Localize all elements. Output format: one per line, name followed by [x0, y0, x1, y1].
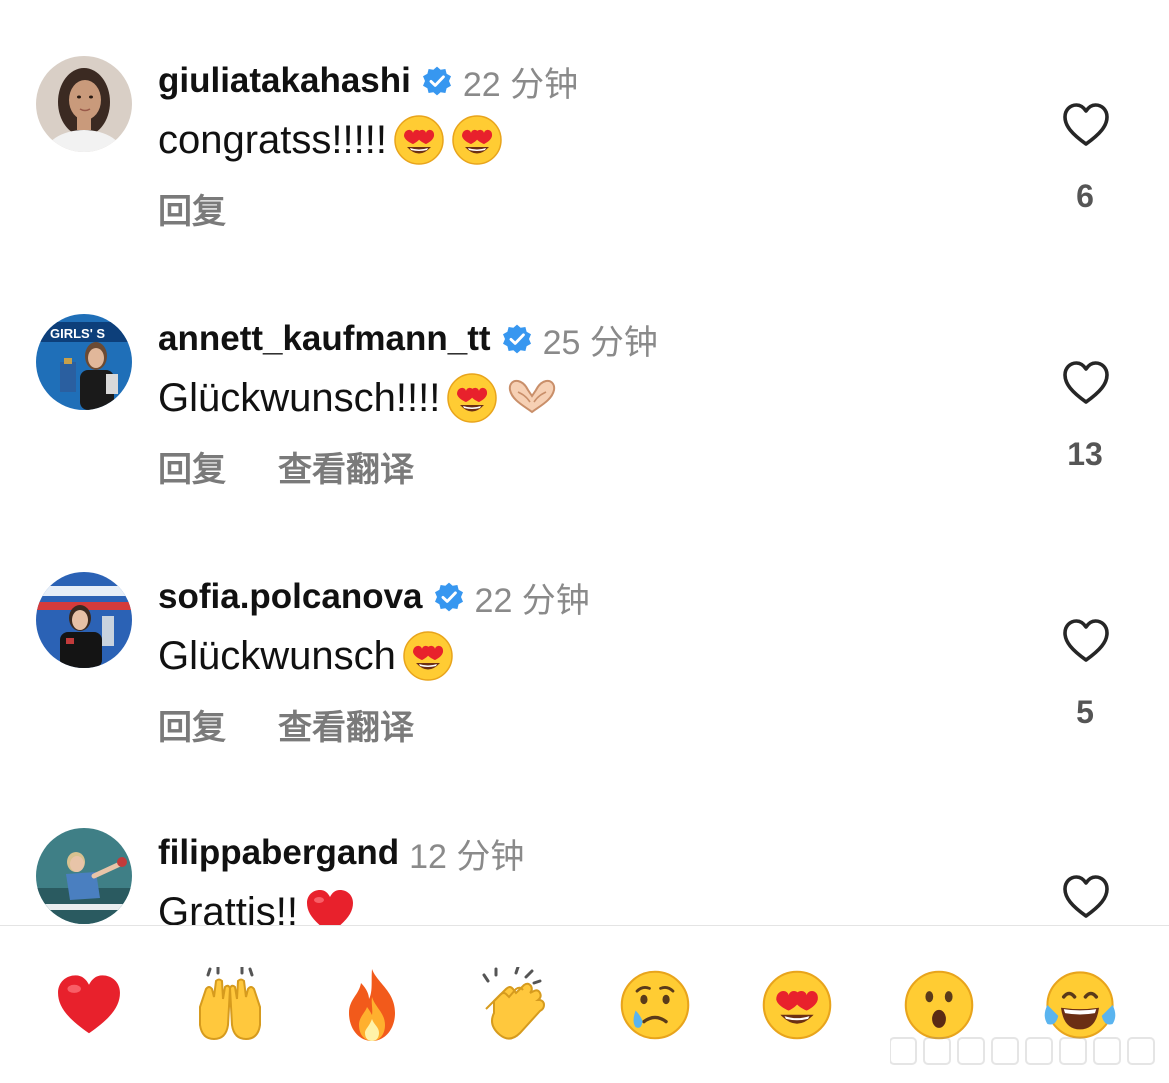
- comment-item: giuliatakahashi 22 分钟 congratss!!!!! 回复 …: [0, 56, 1169, 306]
- red-heart-emoji-icon: [304, 886, 356, 925]
- comment-text: congratss!!!!!: [158, 112, 503, 168]
- comment-timestamp: 12 分钟: [409, 837, 525, 876]
- reply-button[interactable]: 回复: [158, 184, 226, 233]
- raising-hands-reaction-icon[interactable]: [190, 965, 270, 1045]
- like-count: 13: [1067, 436, 1103, 472]
- comment-body: congratss!!!!!: [158, 117, 387, 162]
- reply-button[interactable]: 回复: [158, 442, 226, 491]
- username[interactable]: giuliatakahashi: [158, 61, 411, 101]
- comment-body: Glückwunsch: [158, 633, 396, 678]
- like-count: 5: [1076, 694, 1094, 730]
- avatar[interactable]: GIRLS' S: [36, 314, 132, 410]
- like-heart-icon[interactable]: [1061, 872, 1111, 922]
- see-translation-button[interactable]: 查看翻译: [278, 700, 414, 749]
- heart-eyes-emoji-icon: [446, 372, 498, 424]
- username[interactable]: filippabergand: [158, 833, 399, 873]
- username[interactable]: sofia.polcanova: [158, 577, 423, 617]
- comment-item: GIRLS' S annett_kaufmann_tt 25 分钟 Glückw…: [0, 314, 1169, 564]
- fire-reaction-icon[interactable]: [332, 965, 412, 1045]
- comment-timestamp: 22 分钟: [462, 65, 579, 104]
- heart-eyes-emoji-icon: [393, 114, 445, 166]
- reply-button[interactable]: 回复: [158, 700, 226, 749]
- comment-item: filippabergand 12 分钟 Grattis!!: [0, 828, 1169, 925]
- svg-text:GIRLS' S: GIRLS' S: [50, 326, 105, 341]
- username[interactable]: annett_kaufmann_tt: [158, 319, 491, 359]
- comment-body: Grattis!!: [158, 889, 299, 926]
- avatar[interactable]: [36, 572, 132, 668]
- red-heart-reaction-icon[interactable]: [49, 965, 129, 1045]
- open-mouth-face-reaction-icon[interactable]: [899, 965, 979, 1045]
- tears-of-joy-reaction-icon[interactable]: [1040, 965, 1120, 1045]
- avatar[interactable]: [36, 828, 132, 924]
- heart-eyes-emoji-icon: [402, 630, 454, 682]
- heart-eyes-reaction-icon[interactable]: [757, 965, 837, 1045]
- heart-eyes-emoji-icon: [451, 114, 503, 166]
- comment-list[interactable]: giuliatakahashi 22 分钟 congratss!!!!! 回复 …: [0, 0, 1169, 925]
- see-translation-button[interactable]: 查看翻译: [278, 442, 414, 491]
- watermark-overlay: [890, 1034, 1160, 1068]
- like-heart-icon[interactable]: [1061, 616, 1111, 666]
- avatar[interactable]: [36, 56, 132, 152]
- comment-text: Glückwunsch: [158, 628, 454, 684]
- comment-timestamp: 25 分钟: [542, 323, 658, 362]
- crying-face-reaction-icon[interactable]: [615, 965, 695, 1045]
- clapping-hands-reaction-icon[interactable]: [474, 965, 554, 1045]
- verified-badge-icon: [433, 581, 465, 613]
- verified-badge-icon: [421, 65, 453, 97]
- verified-badge-icon: [501, 323, 533, 355]
- comment-timestamp: 22 分钟: [474, 581, 590, 620]
- comment-item: sofia.polcanova 22 分钟 Glückwunsch 回复 查看翻…: [0, 572, 1169, 822]
- heart-hands-emoji-icon: [504, 372, 560, 424]
- comment-text: Glückwunsch!!!!: [158, 370, 560, 426]
- comment-text: Grattis!!: [158, 884, 356, 925]
- like-heart-icon[interactable]: [1061, 100, 1111, 150]
- like-heart-icon[interactable]: [1061, 358, 1111, 408]
- like-count: 6: [1076, 178, 1094, 214]
- comment-body: Glückwunsch!!!!: [158, 375, 441, 420]
